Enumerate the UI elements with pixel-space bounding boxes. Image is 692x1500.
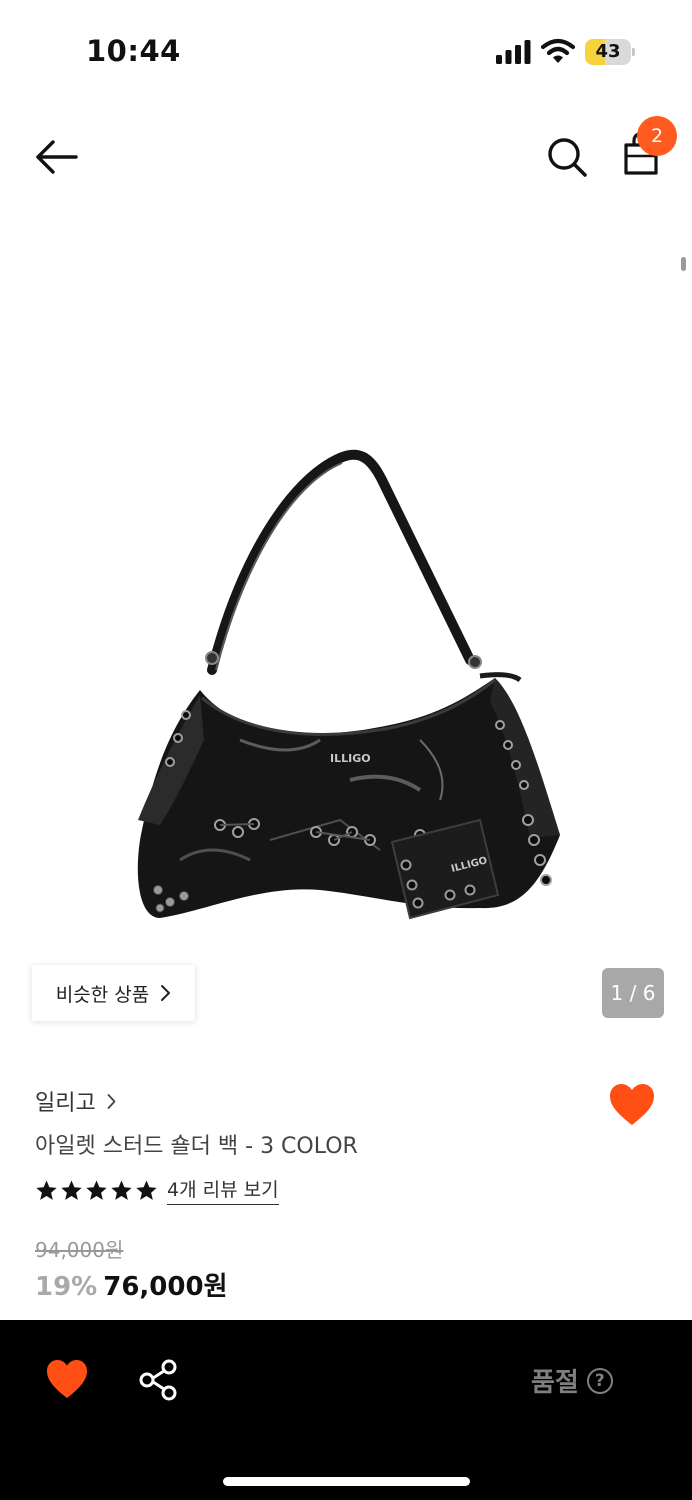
search-button[interactable] xyxy=(542,132,592,182)
star-icon xyxy=(111,1179,132,1200)
heart-icon xyxy=(610,1084,654,1125)
back-button[interactable] xyxy=(30,134,82,180)
bottom-action-bar xyxy=(0,1320,692,1500)
star-icon xyxy=(61,1179,82,1200)
price-row: 19% 76,000원 xyxy=(35,1266,228,1303)
image-pager: 1 / 6 xyxy=(602,968,664,1018)
battery-level: 43 xyxy=(595,41,621,62)
original-price: 94,000원 xyxy=(35,1238,124,1262)
sold-out-label: 품절 xyxy=(531,1368,579,1398)
product-title: 아일렛 스터드 숄더 백 - 3 COLOR xyxy=(35,1134,358,1159)
star-icon xyxy=(36,1179,57,1200)
product-image[interactable]: ILLIGO ILLIGO xyxy=(120,440,580,950)
view-reviews-link[interactable]: 4개 리뷰 보기 xyxy=(167,1175,279,1205)
sale-price: 76,000원 xyxy=(103,1272,228,1302)
heart-icon xyxy=(47,1360,87,1398)
search-icon xyxy=(548,138,587,177)
wishlist-heart-button[interactable] xyxy=(608,1082,656,1128)
home-indicator xyxy=(223,1477,470,1486)
status-bar: 10:44 43 xyxy=(0,0,692,100)
star-icon xyxy=(86,1179,107,1200)
brand-link[interactable]: 일리고 xyxy=(35,1085,117,1117)
bottom-wishlist-button[interactable] xyxy=(45,1358,89,1400)
brand-name: 일리고 xyxy=(35,1091,96,1116)
wifi-icon xyxy=(541,38,575,63)
share-icon xyxy=(139,1359,177,1401)
rating-row: 4개 리뷰 보기 xyxy=(35,1175,279,1205)
arrow-left-icon xyxy=(36,140,78,174)
product-logo: ILLIGO xyxy=(330,752,371,765)
scroll-indicator xyxy=(681,257,686,271)
star-icon xyxy=(136,1179,157,1200)
cellular-signal-icon xyxy=(496,40,531,64)
sold-out-button[interactable]: 품절 ? xyxy=(531,1362,613,1399)
rating-stars xyxy=(35,1179,158,1202)
battery-icon: 43 xyxy=(585,39,635,65)
chevron-right-icon xyxy=(107,1093,116,1109)
similar-products-button[interactable]: 비슷한 상품 xyxy=(32,965,195,1021)
chevron-right-icon xyxy=(161,985,171,1001)
status-time: 10:44 xyxy=(86,34,181,68)
share-button[interactable] xyxy=(137,1358,179,1402)
discount-rate: 19% xyxy=(35,1272,98,1302)
similar-products-label: 비슷한 상품 xyxy=(55,983,150,1006)
help-icon[interactable]: ? xyxy=(586,1367,613,1394)
cart-count-badge: 2 xyxy=(637,116,677,156)
